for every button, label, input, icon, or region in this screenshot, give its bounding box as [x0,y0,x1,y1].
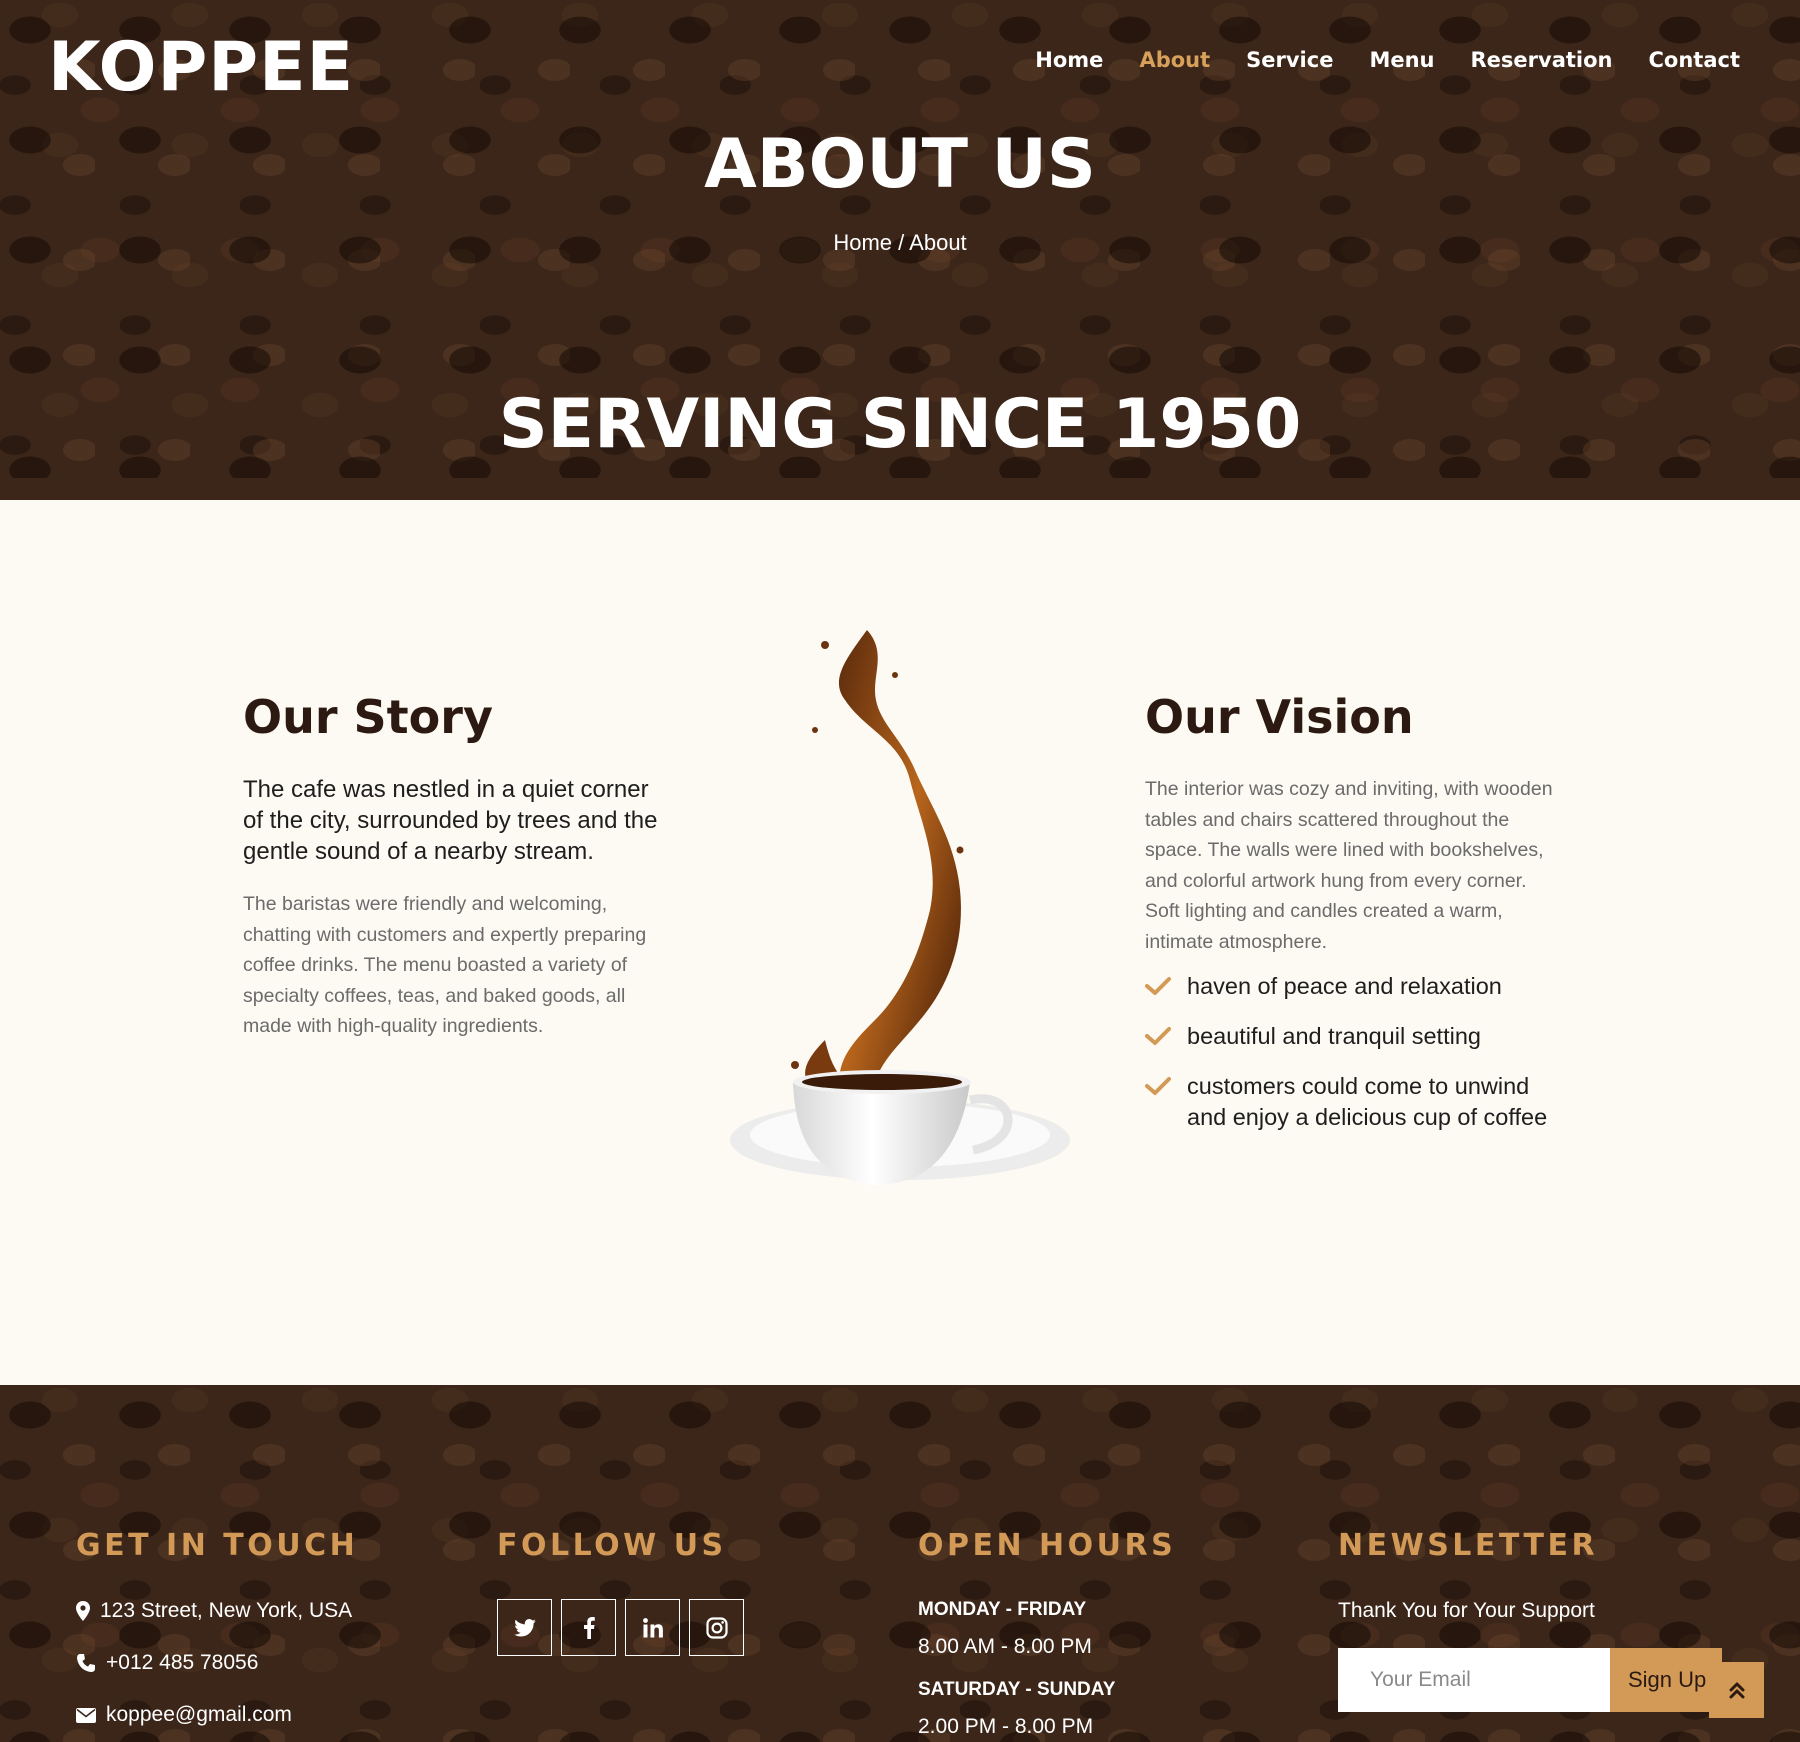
address-text: 123 Street, New York, USA [100,1599,353,1622]
our-vision-section: Our Vision The interior was cozy and inv… [1145,690,1565,1152]
open-hours-title: OPEN HOURS [918,1528,1177,1563]
weekday-hours: 8.00 AM - 8.00 PM [918,1635,1092,1658]
nav-menu[interactable]: Menu [1369,48,1434,72]
serving-since-heading: SERVING SINCE 1950 [498,385,1302,464]
our-story-title: Our Story [243,690,493,744]
hero-banner: KOPPEE Home About Service Menu Reservati… [0,0,1800,500]
map-marker-icon [76,1601,90,1621]
social-links [497,1599,744,1656]
vision-point-text: customers could come to unwind and enjoy… [1187,1073,1548,1130]
twitter-icon [513,1618,536,1636]
facebook-button[interactable] [561,1599,616,1656]
newsletter-form: Sign Up [1338,1648,1722,1712]
page-title: ABOUT US [704,125,1096,204]
brand-logo[interactable]: KOPPEE [48,28,354,107]
vision-point-text: beautiful and tranquil setting [1187,1023,1481,1049]
our-story-lead: The cafe was nestled in a quiet corner o… [243,776,658,865]
nav-contact[interactable]: Contact [1649,48,1741,72]
linkedin-button[interactable] [625,1599,680,1656]
contact-email: koppee@gmail.com [76,1703,358,1727]
phone-text[interactable]: +012 485 78056 [106,1651,258,1675]
weekday-label: MONDAY - FRIDAY [918,1599,1087,1620]
coffee-splash-image [730,630,1070,1185]
list-item: customers could come to unwind and enjoy… [1145,1071,1565,1133]
twitter-button[interactable] [497,1599,552,1656]
get-in-touch-column: GET IN TOUCH 123 Street, New York, USA +… [76,1528,358,1727]
follow-us-column: FOLLOW US [497,1528,744,1656]
sign-up-button[interactable]: Sign Up [1610,1648,1722,1712]
breadcrumb-current: About [909,230,967,255]
our-story-body: The baristas were friendly and welcoming… [243,893,647,1037]
newsletter-email-input[interactable] [1338,1648,1610,1712]
email-text[interactable]: koppee@gmail.com [106,1703,292,1727]
newsletter-column: NEWSLETTER Thank You for Your Support Si… [1338,1528,1722,1712]
instagram-icon [705,1616,728,1639]
linkedin-icon [642,1617,663,1637]
nav-service[interactable]: Service [1246,48,1333,72]
contact-address: 123 Street, New York, USA [76,1599,358,1623]
newsletter-title: NEWSLETTER [1338,1528,1599,1563]
contact-phone: +012 485 78056 [76,1651,358,1675]
our-vision-body: The interior was cozy and inviting, with… [1145,778,1553,953]
breadcrumb-separator: / [898,230,905,255]
nav-reservation[interactable]: Reservation [1471,48,1613,72]
vision-points-list: haven of peace and relaxation beautiful … [1145,971,1565,1133]
our-story-section: Our Story The cafe was nestled in a quie… [243,690,663,1042]
instagram-button[interactable] [689,1599,744,1656]
torn-paper-edge-top [0,478,1800,492]
our-vision-title: Our Vision [1145,690,1414,744]
envelope-icon [76,1707,96,1723]
nav-home[interactable]: Home [1035,48,1103,72]
double-chevron-up-icon [1729,1682,1744,1699]
open-hours-column: OPEN HOURS MONDAY - FRIDAY 8.00 AM - 8.0… [918,1528,1176,1739]
breadcrumb-home[interactable]: Home [833,230,892,255]
vision-point-text: haven of peace and relaxation [1187,973,1502,999]
newsletter-text: Thank You for Your Support [1338,1599,1595,1622]
check-icon [1145,977,1171,995]
check-icon [1145,1027,1171,1045]
list-item: beautiful and tranquil setting [1145,1021,1565,1052]
weekend-hours: 2.00 PM - 8.00 PM [918,1715,1094,1738]
nav-about[interactable]: About [1139,48,1210,72]
main-nav: Home About Service Menu Reservation Cont… [1035,48,1740,72]
phone-icon [77,1654,95,1672]
get-in-touch-title: GET IN TOUCH [76,1528,359,1563]
check-icon [1145,1077,1171,1095]
list-item: haven of peace and relaxation [1145,971,1565,1002]
breadcrumb: Home / About [0,230,1800,256]
weekend-label: SATURDAY - SUNDAY [918,1679,1116,1700]
follow-us-title: FOLLOW US [497,1528,727,1563]
facebook-icon [583,1616,595,1639]
back-to-top-button[interactable] [1709,1662,1764,1718]
